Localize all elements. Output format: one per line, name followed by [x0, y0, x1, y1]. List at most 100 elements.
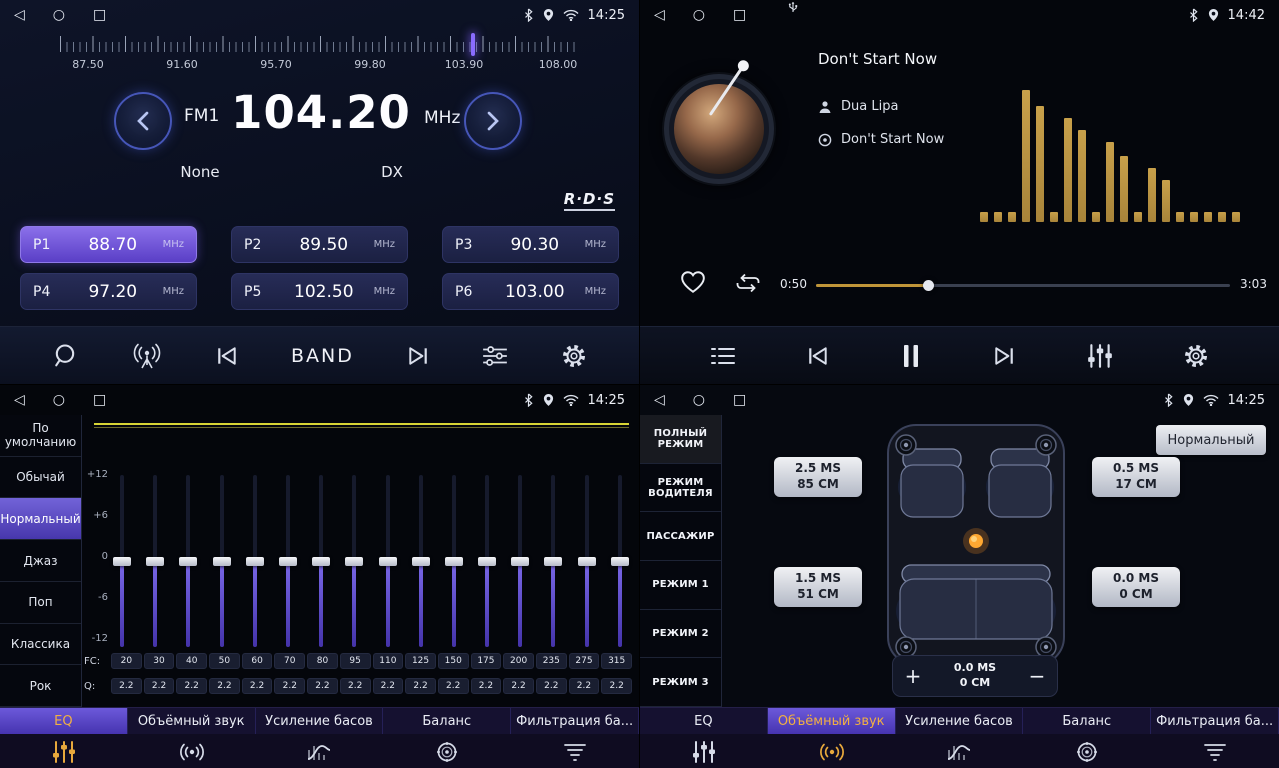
settings-button[interactable] — [1182, 342, 1210, 370]
nav-home-button[interactable]: ○ — [53, 385, 65, 415]
tab-balance-button[interactable] — [1023, 734, 1151, 768]
eq-band-60hz[interactable] — [245, 475, 265, 647]
eq-band-275hz[interactable] — [577, 475, 597, 647]
increase-delay-button[interactable]: + — [893, 664, 933, 688]
eq-preset-5[interactable]: Классика — [0, 624, 81, 666]
previous-station-button[interactable] — [214, 345, 240, 367]
soundfield-mode-4[interactable]: РЕЖИМ 2 — [640, 610, 721, 659]
nav-recents-button[interactable]: □ — [733, 0, 746, 30]
tab-filter-button[interactable] — [1151, 734, 1279, 768]
previous-track-button[interactable] — [805, 345, 831, 367]
slider-handle[interactable] — [544, 557, 562, 566]
slider-handle[interactable] — [146, 557, 164, 566]
dsp-tab-3[interactable]: Баланс — [383, 708, 511, 734]
repeat-button[interactable] — [734, 273, 762, 297]
pause-button[interactable] — [900, 343, 922, 369]
delay-rear-right[interactable]: 0.0 MS 0 CM — [1092, 567, 1180, 607]
nav-recents-button[interactable]: □ — [93, 0, 106, 30]
nav-home-button[interactable]: ○ — [693, 0, 705, 30]
eq-band-175hz[interactable] — [477, 475, 497, 647]
tab-bass-boost-button[interactable] — [256, 734, 384, 768]
eq-preset-1[interactable]: Обычай — [0, 457, 81, 499]
frequency-scale[interactable]: 87.5091.6095.7099.80103.90108.00 — [60, 36, 580, 72]
preset-button-p2[interactable]: P289.50MHz — [231, 226, 408, 263]
eq-band-200hz[interactable] — [510, 475, 530, 647]
tune-down-button[interactable] — [114, 92, 172, 150]
slider-handle[interactable] — [478, 557, 496, 566]
slider-handle[interactable] — [312, 557, 330, 566]
progress-bar[interactable] — [816, 284, 1230, 287]
search-stations-button[interactable] — [51, 342, 79, 370]
nav-recents-button[interactable]: □ — [733, 385, 746, 415]
slider-handle[interactable] — [445, 557, 463, 566]
eq-preset-2[interactable]: Нормальный — [0, 498, 81, 540]
soundfield-mode-1[interactable]: РЕЖИМ ВОДИТЕЛЯ — [640, 464, 721, 513]
frequency-ruler[interactable] — [60, 36, 580, 52]
nav-back-button[interactable]: ◁ — [14, 0, 25, 30]
soundfield-mode-2[interactable]: ПАССАЖИР — [640, 512, 721, 561]
preset-button-p1[interactable]: P188.70MHz — [20, 226, 197, 263]
slider-handle[interactable] — [511, 557, 529, 566]
dsp-tab-1[interactable]: Объёмный звук — [768, 708, 896, 734]
slider-handle[interactable] — [345, 557, 363, 566]
soundfield-mode-0[interactable]: ПОЛНЫЙ РЕЖИМ — [640, 415, 721, 464]
eq-band-20hz[interactable] — [112, 475, 132, 647]
delay-rear-left[interactable]: 1.5 MS 51 CM — [774, 567, 862, 607]
preset-button-p5[interactable]: P5102.50MHz — [231, 273, 408, 310]
delay-front-right[interactable]: 0.5 MS 17 CM — [1092, 457, 1180, 497]
broadcast-scan-button[interactable] — [130, 342, 164, 370]
dsp-tab-2[interactable]: Усиление басов — [256, 708, 384, 734]
eq-band-125hz[interactable] — [411, 475, 431, 647]
dsp-tab-4[interactable]: Фильтрация ба... — [1151, 708, 1279, 734]
band-button[interactable]: BAND — [291, 345, 354, 367]
dsp-tab-0[interactable]: EQ — [640, 708, 768, 734]
playlist-button[interactable] — [709, 344, 737, 368]
soundfield-mode-3[interactable]: РЕЖИМ 1 — [640, 561, 721, 610]
next-track-button[interactable] — [991, 345, 1017, 367]
nav-back-button[interactable]: ◁ — [654, 385, 665, 415]
eq-preset-0[interactable]: По умолчанию — [0, 415, 81, 457]
dsp-tab-4[interactable]: Фильтрация ба... — [511, 708, 639, 734]
slider-handle[interactable] — [179, 557, 197, 566]
slider-handle[interactable] — [412, 557, 430, 566]
slider-handle[interactable] — [213, 557, 231, 566]
tab-balance-button[interactable] — [383, 734, 511, 768]
slider-handle[interactable] — [246, 557, 264, 566]
next-station-button[interactable] — [405, 345, 431, 367]
preset-button-p6[interactable]: P6103.00MHz — [442, 273, 619, 310]
progress-knob[interactable] — [923, 280, 934, 291]
eq-band-235hz[interactable] — [543, 475, 563, 647]
dsp-tab-1[interactable]: Объёмный звук — [128, 708, 256, 734]
dsp-tab-3[interactable]: Баланс — [1023, 708, 1151, 734]
preset-button-p3[interactable]: P390.30MHz — [442, 226, 619, 263]
slider-handle[interactable] — [113, 557, 131, 566]
eq-band-40hz[interactable] — [178, 475, 198, 647]
tab-surround-button[interactable] — [768, 734, 896, 768]
tune-up-button[interactable] — [464, 92, 522, 150]
dsp-tab-2[interactable]: Усиление басов — [896, 708, 1024, 734]
dsp-tab-0[interactable]: EQ — [0, 708, 128, 734]
eq-preset-3[interactable]: Джаз — [0, 540, 81, 582]
eq-band-150hz[interactable] — [444, 475, 464, 647]
tab-eq-button[interactable] — [0, 734, 128, 768]
tab-eq-button[interactable] — [640, 734, 768, 768]
nav-back-button[interactable]: ◁ — [654, 0, 665, 30]
eq-band-80hz[interactable] — [311, 475, 331, 647]
tab-filter-button[interactable] — [511, 734, 639, 768]
eq-band-95hz[interactable] — [344, 475, 364, 647]
eq-band-50hz[interactable] — [212, 475, 232, 647]
tab-surround-button[interactable] — [128, 734, 256, 768]
favorite-button[interactable] — [680, 270, 706, 298]
nav-back-button[interactable]: ◁ — [14, 385, 25, 415]
delay-front-left[interactable]: 2.5 MS 85 CM — [774, 457, 862, 497]
nav-recents-button[interactable]: □ — [93, 385, 106, 415]
decrease-delay-button[interactable]: − — [1017, 664, 1057, 688]
nav-home-button[interactable]: ○ — [53, 0, 65, 30]
eq-band-70hz[interactable] — [278, 475, 298, 647]
eq-band-30hz[interactable] — [145, 475, 165, 647]
slider-handle[interactable] — [578, 557, 596, 566]
equalizer-button[interactable] — [1086, 343, 1114, 369]
eq-band-110hz[interactable] — [378, 475, 398, 647]
eq-preset-4[interactable]: Поп — [0, 582, 81, 624]
audio-settings-button[interactable] — [481, 344, 509, 368]
